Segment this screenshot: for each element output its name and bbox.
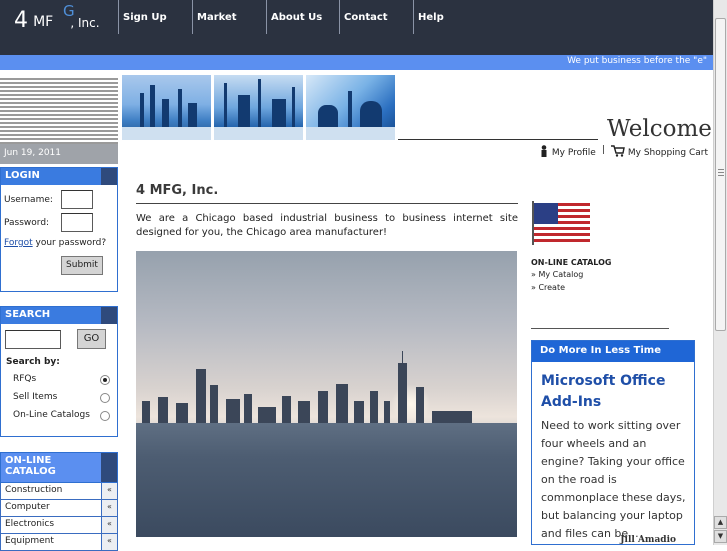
banner-image-refinery xyxy=(214,75,303,140)
nav-contact[interactable]: Contact xyxy=(339,0,388,34)
scrollbar-thumb[interactable] xyxy=(715,18,726,331)
welcome-underline xyxy=(398,139,598,140)
link-separator: | xyxy=(602,145,606,155)
catalog-panel-header: ON-LINE CATALOG xyxy=(0,452,118,483)
article-box: Do More In Less Time Microsoft Office Ad… xyxy=(531,340,695,545)
right-divider xyxy=(531,328,669,329)
go-button[interactable]: GO xyxy=(77,329,106,349)
banner-image-industry xyxy=(306,75,395,140)
shopping-cart-icon xyxy=(611,145,625,157)
submit-button[interactable]: Submit xyxy=(61,256,103,275)
nav-help[interactable]: Help xyxy=(413,0,444,34)
chicago-skyline-photo xyxy=(136,251,517,537)
password-label: Password: xyxy=(4,218,50,228)
page-title: 4 MFG, Inc. xyxy=(136,183,219,198)
vertical-scrollbar[interactable]: ▲ ▼ xyxy=(713,0,727,545)
radio-label-online-catalogs: On-Line Catalogs xyxy=(13,410,90,420)
search-input[interactable] xyxy=(5,330,61,349)
us-flag-image xyxy=(532,201,590,245)
nav-market[interactable]: Market xyxy=(192,0,237,34)
search-by-label: Search by: xyxy=(6,357,60,367)
search-panel: SEARCH GO Search by: RFQs Sell Items On-… xyxy=(0,306,118,437)
username-input[interactable] xyxy=(61,190,93,209)
catalog-item-computer[interactable]: Computer « xyxy=(0,500,118,517)
banner-image-city xyxy=(122,75,211,140)
person-icon xyxy=(541,145,547,157)
catalog-item-equipment[interactable]: Equipment « xyxy=(0,534,118,551)
welcome-heading: Welcome xyxy=(607,116,712,142)
expand-arrow-icon[interactable]: « xyxy=(101,500,117,516)
password-input[interactable] xyxy=(61,213,93,232)
top-navigation-bar: 4 MF G , Inc. Sign Up Market About Us Co… xyxy=(0,0,713,55)
article-summary: Need to work sitting over four wheels an… xyxy=(541,419,686,540)
gear-icon: G xyxy=(63,2,75,20)
my-catalog-link[interactable]: » My Catalog xyxy=(531,270,583,279)
scroll-down-icon[interactable]: ▼ xyxy=(714,530,727,543)
my-profile-link[interactable]: My Profile xyxy=(539,145,596,158)
radio-online-catalogs[interactable] xyxy=(100,411,110,421)
login-panel: LOGIN Username: Password: Forgot your pa… xyxy=(0,167,118,292)
expand-arrow-icon[interactable]: « xyxy=(101,517,117,533)
tagline-bar: We put business before the "e" xyxy=(0,55,713,70)
scroll-up-icon[interactable]: ▲ xyxy=(714,516,727,529)
catalog-item-construction[interactable]: Construction « xyxy=(0,483,118,500)
article-title[interactable]: Microsoft Office Add-Ins xyxy=(541,371,691,413)
nav-sign-up[interactable]: Sign Up xyxy=(118,0,167,34)
radio-sell-items[interactable] xyxy=(100,393,110,403)
login-title: LOGIN xyxy=(5,170,40,181)
site-logo[interactable]: 4 MF G , Inc. xyxy=(14,2,100,33)
shopping-cart-link[interactable]: My Shopping Cart xyxy=(611,145,708,158)
radio-rfqs[interactable] xyxy=(100,375,110,385)
article-box-header: Do More In Less Time xyxy=(532,341,694,362)
title-rule xyxy=(136,203,518,204)
forgot-password-link[interactable]: Forgot xyxy=(4,238,33,248)
expand-arrow-icon[interactable]: « xyxy=(101,534,117,550)
decorative-stripes xyxy=(0,78,118,144)
expand-arrow-icon[interactable]: « xyxy=(101,483,117,499)
create-catalog-link[interactable]: » Create xyxy=(531,283,565,292)
username-label: Username: xyxy=(4,195,53,205)
radio-label-rfqs: RFQs xyxy=(13,374,37,384)
radio-label-sell-items: Sell Items xyxy=(13,392,58,402)
nav-about-us[interactable]: About Us xyxy=(266,0,322,34)
right-catalog-heading: ON-LINE CATALOG xyxy=(531,258,612,267)
current-date: Jun 19, 2011 xyxy=(0,144,118,164)
search-title: SEARCH xyxy=(5,309,51,320)
intro-text: We are a Chicago based industrial busine… xyxy=(136,213,518,238)
article-author: Jill Amadio xyxy=(620,535,676,545)
catalog-item-electronics[interactable]: Electronics « xyxy=(0,517,118,534)
